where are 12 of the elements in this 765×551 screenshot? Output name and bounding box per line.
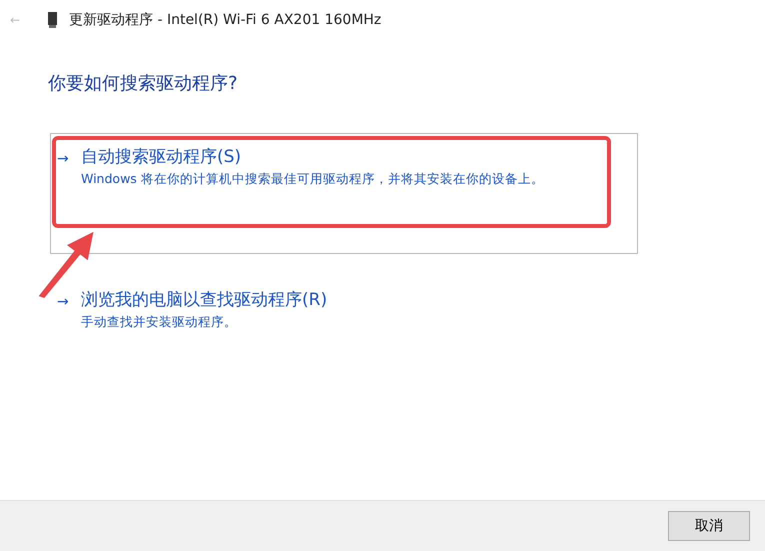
option-link[interactable]: 浏览我的电脑以查找驱动程序(R) — [81, 289, 328, 312]
device-icon — [48, 12, 57, 28]
cancel-button[interactable]: 取消 — [668, 511, 750, 541]
option-panel[interactable]: → 自动搜索驱动程序(S) Windows 将在你的计算机中搜索最佳可用驱动程序，并将其安装在你的设备上。 — [50, 133, 638, 254]
arrow-glyph: → — [57, 150, 70, 169]
option-panel[interactable]: → 浏览我的电脑以查找驱动程序(R) 手动查找并安装驱动程序。 — [50, 276, 638, 341]
option-link[interactable]: 自动搜索驱动程序(S) — [81, 146, 544, 168]
arrow-glyph: → — [57, 293, 70, 312]
heading: 你要如何搜索驱动程序? — [48, 72, 239, 96]
window-title: 更新驱动程序 - Intel(R) Wi-Fi 6 AX201 160MHz — [69, 10, 382, 30]
option-description: 手动查找并安装驱动程序。 — [81, 313, 238, 332]
option-description: Windows 将在你的计算机中搜索最佳可用驱动程序，并将其安装在你的设备上。 — [81, 170, 544, 188]
